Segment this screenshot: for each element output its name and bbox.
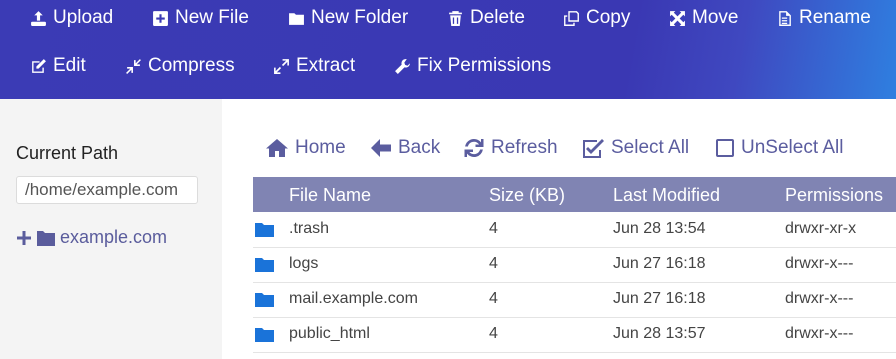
file-size: 4 (489, 290, 498, 307)
edit-button[interactable]: Edit (30, 55, 86, 77)
back-button[interactable]: Back (370, 137, 440, 159)
arrow-left-icon (371, 139, 391, 157)
new-folder-label: New Folder (311, 7, 409, 28)
table-row[interactable]: mail.example.com 4 Jun 27 16:18 drwxr-x-… (253, 282, 896, 318)
checked-box-icon (583, 139, 604, 158)
folder-icon (255, 223, 274, 237)
current-path-input[interactable] (16, 176, 198, 204)
home-icon (266, 139, 288, 157)
file-size: 4 (489, 220, 498, 237)
file-permissions: drwxr-x--- (785, 290, 854, 307)
refresh-button[interactable]: Refresh (463, 137, 558, 159)
unselect-all-button[interactable]: UnSelect All (715, 137, 843, 159)
file-size: 4 (489, 325, 498, 342)
new-file-label: New File (175, 7, 249, 28)
file-name[interactable]: logs (289, 255, 318, 273)
copy-label: Copy (586, 7, 631, 28)
column-header-modified[interactable]: Last Modified (613, 185, 720, 206)
rename-label: Rename (799, 7, 871, 28)
delete-label: Delete (470, 7, 525, 28)
table-row[interactable]: .trash 4 Jun 28 13:54 drwxr-xr-x (253, 212, 896, 248)
folder-icon (255, 328, 274, 342)
folder-icon (289, 12, 304, 25)
file-name[interactable]: mail.example.com (289, 290, 418, 308)
folder-icon (37, 230, 55, 246)
edit-icon (32, 58, 46, 73)
upload-label: Upload (53, 7, 114, 28)
upload-button[interactable]: Upload (30, 7, 113, 29)
compress-icon (126, 58, 141, 74)
move-button[interactable]: Move (669, 7, 738, 29)
folder-icon (255, 293, 274, 307)
file-permissions: drwxr-x--- (785, 325, 854, 342)
file-permissions: drwxr-x--- (785, 255, 854, 272)
file-table-header: File Name Size (KB) Last Modified Permis… (253, 177, 896, 212)
sidebar: Current Path example.com (0, 99, 222, 359)
delete-button[interactable]: Delete (447, 7, 525, 29)
new-folder-button[interactable]: New Folder (288, 7, 408, 29)
unselect-all-label: UnSelect All (741, 137, 844, 158)
tree-item-root[interactable]: example.com (16, 227, 167, 248)
plus-icon[interactable] (16, 230, 32, 246)
wrench-icon (395, 58, 410, 74)
copy-icon (564, 10, 579, 26)
home-label: Home (295, 137, 346, 158)
column-header-size[interactable]: Size (KB) (489, 185, 565, 206)
back-label: Back (398, 137, 441, 158)
folder-icon (255, 258, 274, 272)
table-row[interactable]: public_html 4 Jun 28 13:57 drwxr-x--- (253, 317, 896, 353)
upload-icon (31, 10, 46, 26)
extract-label: Extract (296, 55, 356, 76)
file-name[interactable]: .trash (289, 220, 329, 238)
document-icon (779, 10, 791, 26)
file-size: 4 (489, 255, 498, 272)
edit-label: Edit (53, 55, 86, 76)
extract-button[interactable]: Extract (273, 55, 355, 77)
expand-icon (274, 58, 289, 74)
file-permissions: drwxr-xr-x (785, 220, 857, 237)
file-modified: Jun 28 13:54 (613, 220, 706, 237)
file-name[interactable]: public_html (289, 325, 370, 343)
tree-item-label: example.com (60, 227, 168, 247)
refresh-icon (464, 138, 484, 157)
compress-button[interactable]: Compress (125, 55, 235, 77)
toolbar: Upload New File New Folder Delete Copy M… (0, 0, 896, 99)
file-modified: Jun 27 16:18 (613, 255, 706, 272)
table-row[interactable]: logs 4 Jun 27 16:18 drwxr-x--- (253, 247, 896, 283)
trash-icon (449, 10, 462, 26)
home-button[interactable]: Home (265, 137, 346, 159)
refresh-label: Refresh (491, 137, 558, 158)
file-modified: Jun 27 16:18 (613, 290, 706, 307)
move-label: Move (692, 7, 739, 28)
new-file-button[interactable]: New File (152, 7, 249, 29)
compress-label: Compress (148, 55, 235, 76)
column-header-name[interactable]: File Name (289, 185, 371, 206)
fix-permissions-button[interactable]: Fix Permissions (394, 55, 551, 77)
plus-square-icon (153, 10, 168, 26)
current-path-label: Current Path (16, 143, 119, 163)
empty-box-icon (716, 139, 734, 157)
select-all-button[interactable]: Select All (581, 137, 689, 159)
fix-permissions-label: Fix Permissions (417, 55, 552, 76)
move-arrows-icon (670, 10, 685, 26)
column-header-permissions[interactable]: Permissions (785, 185, 883, 206)
rename-button[interactable]: Rename (776, 7, 871, 29)
select-all-label: Select All (611, 137, 690, 158)
copy-button[interactable]: Copy (563, 7, 630, 29)
file-modified: Jun 28 13:57 (613, 325, 706, 342)
